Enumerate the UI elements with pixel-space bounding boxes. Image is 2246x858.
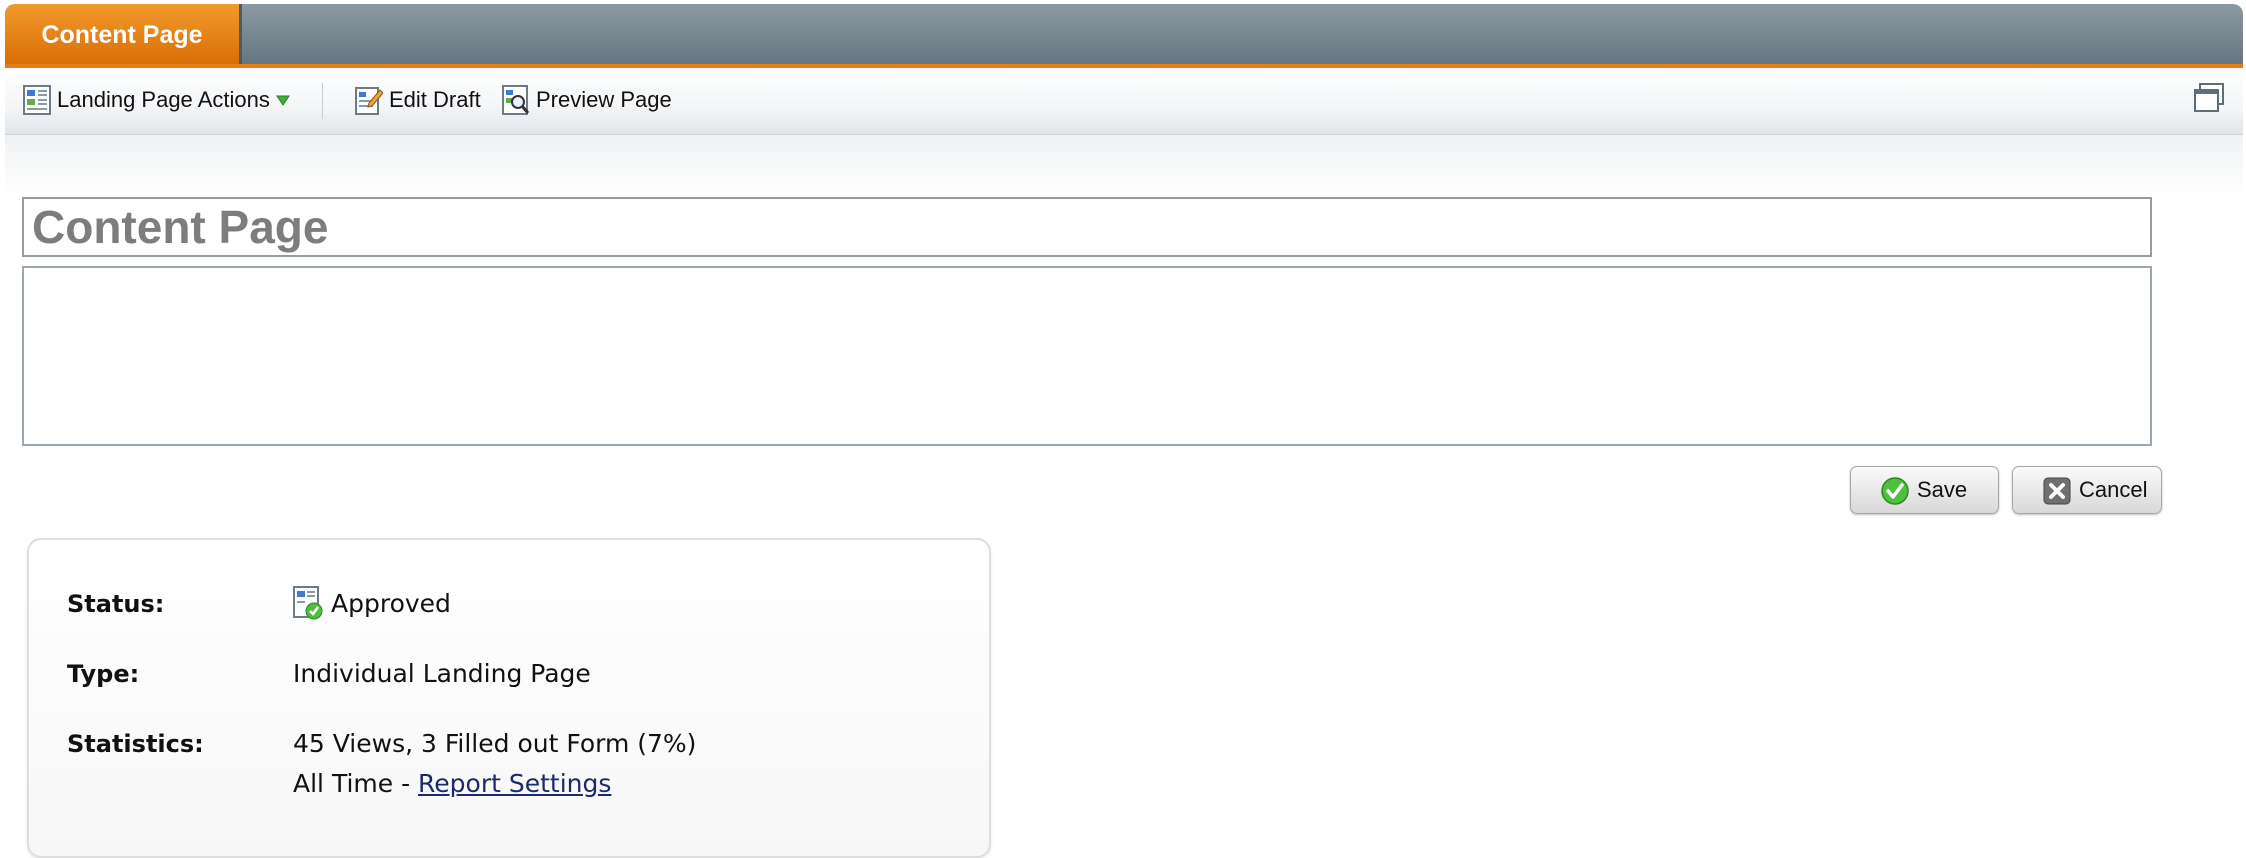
statistics-period: All Time - Report Settings [293,769,611,798]
toolbar-shadow-band [5,135,2243,195]
landing-page-actions-label: Landing Page Actions [57,87,270,112]
dropdown-triangle-icon [275,95,290,106]
type-value: Individual Landing Page [293,659,591,688]
preview-page-button[interactable]: Preview Page [502,83,672,117]
content-editor-area[interactable] [22,266,2152,446]
page-title-input[interactable]: Content Page [22,197,2152,257]
cancel-button[interactable]: Cancel [2012,466,2162,514]
cancel-x-icon [2043,477,2071,505]
report-settings-link[interactable]: Report Settings [418,769,611,798]
period-prefix: All Time - [293,769,419,798]
save-label: Save [1917,477,1968,502]
type-label: Type: [67,660,140,688]
statistics-label: Statistics: [67,730,204,758]
cancel-label: Cancel [2079,477,2148,502]
toolbar: Landing Page Actions Edit Draft Preview … [5,68,2243,135]
restore-window-icon[interactable] [2193,82,2225,114]
approved-status-icon [293,586,323,620]
save-button[interactable]: Save [1850,466,1999,514]
edit-draft-icon [355,87,383,115]
title-bar: Content Page [5,4,2243,68]
preview-page-icon [502,85,530,115]
status-label: Status: [67,590,165,618]
status-text: Approved [331,588,451,618]
status-value: Approved [293,586,451,620]
edit-draft-button[interactable]: Edit Draft [355,83,481,117]
save-check-icon [1881,477,1909,505]
toolbar-separator [322,83,323,119]
edit-draft-label: Edit Draft [389,87,481,112]
landing-page-actions-menu[interactable]: Landing Page Actions [23,83,290,117]
landing-page-icon [23,85,51,115]
tab-content-page[interactable]: Content Page [5,4,242,64]
statistics-value: 45 Views, 3 Filled out Form (7%) [293,729,697,758]
page-info-panel: Status: Approved Type: Individual Landin… [27,538,991,858]
preview-page-label: Preview Page [536,87,672,112]
